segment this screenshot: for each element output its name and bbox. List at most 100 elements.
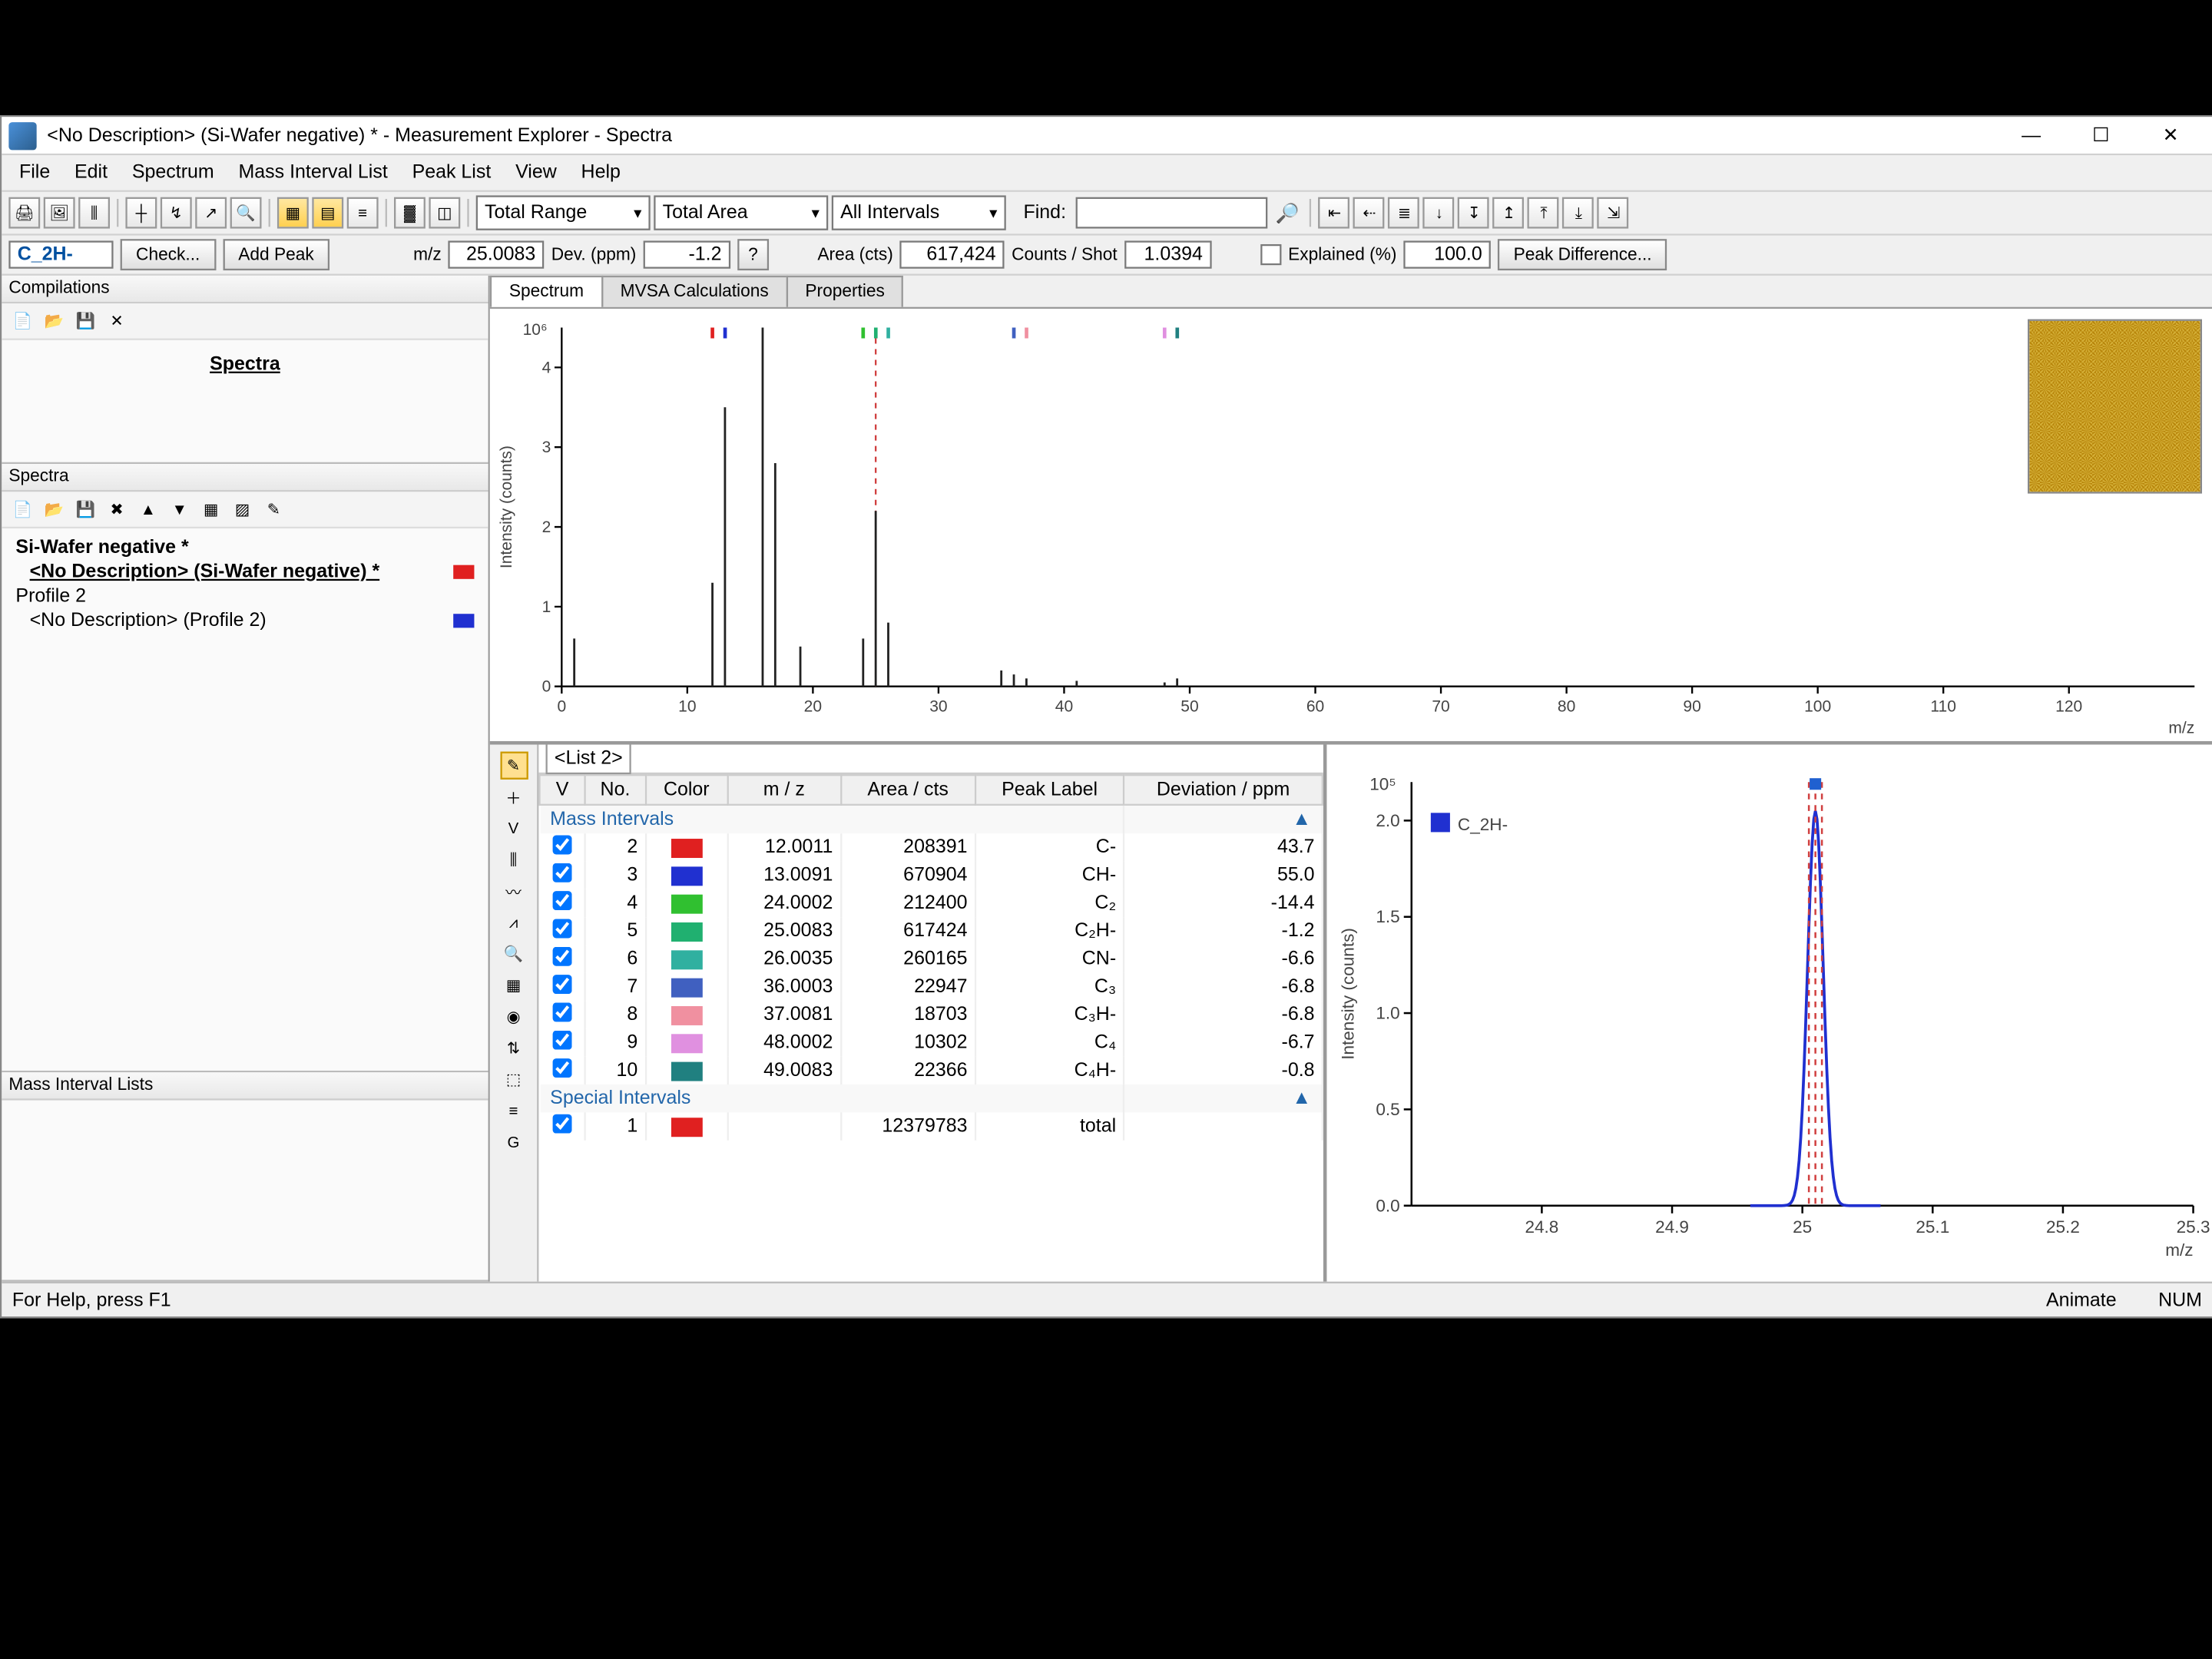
minimize-button[interactable]: — [1996,118,2066,152]
delete-spectrum-icon[interactable]: ✖ [103,495,131,523]
filter-icon[interactable]: ≡ [499,1097,527,1124]
row-checkbox[interactable] [552,1031,571,1050]
menu-view[interactable]: View [505,159,567,187]
peak-difference-button[interactable]: Peak Difference... [1498,239,1667,270]
find-icon[interactable]: 🔎 [1272,197,1303,229]
tab-properties[interactable]: Properties [786,276,903,307]
new-icon[interactable]: 📄 [8,307,36,335]
export-icon[interactable]: ⬚ [499,1065,527,1093]
g-icon[interactable]: G [499,1128,527,1156]
table-row[interactable]: 2 12.0011208391C-43.7 [540,833,1323,861]
row-checkbox[interactable] [552,863,571,882]
tool-icon-1[interactable]: ┼ [125,197,157,229]
table-row[interactable]: 5 25.0083617424C₂H--1.2 [540,917,1323,945]
save-spectrum-icon[interactable]: 💾 [71,495,99,523]
grid-icon[interactable]: ▦ [197,495,225,523]
list-tab[interactable]: <List 2> [546,744,632,774]
grid2-icon[interactable]: ▦ [499,972,527,999]
pencil-icon[interactable]: ✎ [499,752,527,780]
color-icon[interactable]: ▨ [228,495,256,523]
col-v[interactable]: V [540,775,585,805]
table-row[interactable]: 10 49.008322366C₄H--0.8 [540,1057,1323,1084]
menu-mass-interval-list[interactable]: Mass Interval List [228,159,399,187]
row-checkbox[interactable] [552,836,571,855]
close-button[interactable]: ✕ [2136,118,2206,152]
intervals-combo[interactable]: All Intervals [832,195,1006,230]
formula-input[interactable] [8,240,113,268]
table-row[interactable]: 112379783total [540,1112,1323,1140]
menu-edit[interactable]: Edit [64,159,118,187]
row-checkbox[interactable] [552,919,571,938]
col-area[interactable]: Area / cts [841,775,975,805]
tool-icon-3[interactable]: ↗ [195,197,227,229]
wave-icon[interactable]: 〰 [499,877,527,905]
nav-icon-5[interactable]: ↧ [1459,197,1490,229]
edit-icon[interactable]: ✎ [260,495,287,523]
row-checkbox[interactable] [552,1114,571,1134]
zoom-icon[interactable]: 🔍 [230,197,262,229]
row-checkbox[interactable] [552,1058,571,1078]
tab-spectrum[interactable]: Spectrum [490,276,603,307]
save-icon[interactable]: 💾 [71,307,99,335]
tree-profile[interactable]: Profile 2 [8,584,481,609]
layout-icon-2[interactable]: ▤ [312,197,343,229]
explained-checkbox[interactable] [1260,244,1281,265]
table-row[interactable]: 8 37.008118703C₃H--6.8 [540,1001,1323,1028]
check-button[interactable]: Check... [121,239,216,270]
nav-icon-3[interactable]: ≣ [1389,197,1420,229]
chart-icon[interactable]: ▓ [394,197,426,229]
menu-peak-list[interactable]: Peak List [402,159,502,187]
table-row[interactable]: 6 26.0035260165CN--6.6 [540,945,1323,973]
row-checkbox[interactable] [552,891,571,910]
open-spectrum-icon[interactable]: 📂 [40,495,68,523]
bars-icon[interactable]: ⫼ [499,846,527,873]
table-row[interactable]: 4 24.0002212400C₂-14.4 [540,889,1323,917]
menu-spectrum[interactable]: Spectrum [121,159,224,187]
peaks-icon[interactable]: ⫼ [78,197,110,229]
find-input[interactable] [1077,197,1269,229]
tab-mvsa[interactable]: MVSA Calculations [601,276,788,307]
col-dev[interactable]: Deviation / ppm [1124,775,1322,805]
col-no[interactable]: No. [585,775,646,805]
table-row[interactable]: 7 36.000322947C₃-6.8 [540,973,1323,1001]
target-icon[interactable]: ◉ [499,1002,527,1030]
up-icon[interactable]: ▲ [134,495,162,523]
nav-icon-7[interactable]: ⤒ [1528,197,1560,229]
spectrum-chart[interactable]: 01020304050607080901001101200123410⁶m/zI… [490,309,2212,745]
help-button[interactable]: ? [737,239,769,270]
add-peak-button[interactable]: Add Peak [223,239,329,270]
menu-file[interactable]: File [8,159,60,187]
nav-icon-1[interactable]: ⇤ [1319,197,1350,229]
down-icon[interactable]: ▼ [166,495,194,523]
range-combo[interactable]: Total Range [476,195,651,230]
col-mz[interactable]: m / z [727,775,840,805]
plus-icon[interactable]: ＋ [499,783,527,810]
delete-icon[interactable]: ✕ [103,307,131,335]
image-thumbnail[interactable] [2028,320,2202,494]
v-icon[interactable]: V [499,814,527,842]
tool-icon-2[interactable]: ↯ [161,197,192,229]
tree-item-selected[interactable]: <No Description> (Si-Wafer negative) * [8,560,481,584]
menu-help[interactable]: Help [571,159,631,187]
row-checkbox[interactable] [552,947,571,966]
area-combo[interactable]: Total Area [654,195,828,230]
col-color[interactable]: Color [645,775,727,805]
spectra-link[interactable]: Spectra [8,347,481,382]
zoom-chart[interactable]: 24.824.92525.125.225.30.00.51.01.52.010⁵… [1326,744,2212,1281]
col-peak[interactable]: Peak Label [975,775,1124,805]
sort-icon[interactable]: ⇅ [499,1034,527,1061]
print-icon[interactable]: 🖨 [8,197,40,229]
nav-icon-6[interactable]: ↥ [1493,197,1525,229]
table-row[interactable]: 3 13.0091670904CH-55.0 [540,862,1323,889]
open-icon[interactable]: 📂 [40,307,68,335]
tree-root[interactable]: Si-Wafer negative * [8,535,481,560]
search-icon[interactable]: 🔍 [499,940,527,968]
row-checkbox[interactable] [552,1002,571,1022]
new-spectrum-icon[interactable]: 📄 [8,495,36,523]
nav-icon-8[interactable]: ⤓ [1563,197,1594,229]
row-checkbox[interactable] [552,975,571,994]
nav-icon-2[interactable]: ⇠ [1354,197,1386,229]
image-icon[interactable]: 🖼 [44,197,75,229]
nav-icon-4[interactable]: ↓ [1423,197,1455,229]
table-row[interactable]: 9 48.000210302C₄-6.7 [540,1028,1323,1056]
